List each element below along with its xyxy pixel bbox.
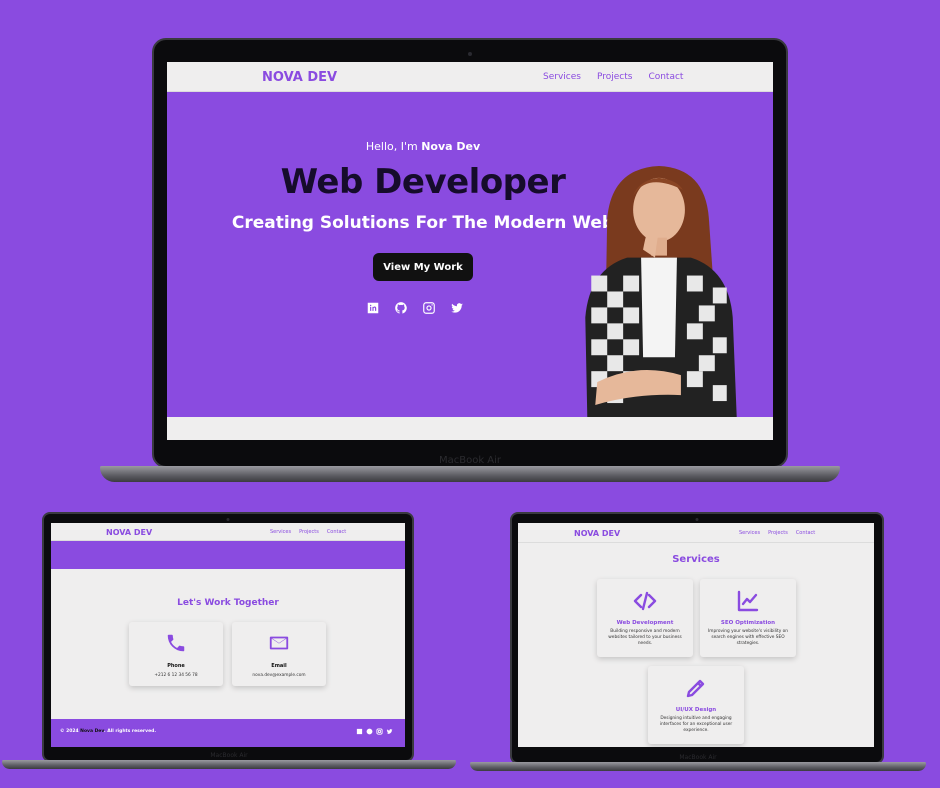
- nav-services[interactable]: Services: [543, 72, 581, 82]
- linkedin-icon[interactable]: [356, 728, 363, 735]
- service-card-uiux[interactable]: UI/UX Design Designing intuitive and eng…: [648, 666, 744, 744]
- laptop-base: MacBook Air: [2, 752, 456, 769]
- greeting-name: Nova Dev: [421, 140, 481, 153]
- hero-section: Hello, I'm Nova Dev Web Developer Creati…: [167, 92, 773, 417]
- brand-logo[interactable]: NOVA DEV: [574, 529, 620, 538]
- camera: [695, 518, 699, 521]
- phone-label: Phone: [167, 663, 185, 669]
- nav-contact[interactable]: Contact: [796, 530, 815, 536]
- github-icon[interactable]: [366, 728, 373, 735]
- camera: [226, 518, 230, 521]
- laptop-services: NOVA DEV Services Projects Contact Servi…: [470, 500, 940, 788]
- twitter-icon[interactable]: [449, 300, 465, 316]
- footer: © 2024 Nova Dev. All rights reserved.: [51, 719, 405, 747]
- navbar: NOVA DEV Services Projects Contact: [518, 523, 874, 543]
- camera: [468, 52, 472, 56]
- view-work-button[interactable]: View My Work: [373, 253, 473, 281]
- nav-projects[interactable]: Projects: [299, 529, 319, 535]
- chart-line-icon: [737, 590, 759, 612]
- phone-value[interactable]: +212 6 12 34 56 78: [129, 673, 223, 678]
- laptop-label: MacBook Air: [679, 754, 717, 761]
- navbar: NOVA DEV Services Projects Contact: [167, 62, 773, 92]
- hero-strip: [51, 541, 405, 569]
- nav-links: Services Projects Contact: [270, 529, 346, 535]
- laptop-contact: NOVA DEV Services Projects Contact Let's…: [0, 500, 470, 788]
- nav-projects[interactable]: Projects: [597, 72, 632, 82]
- footer-copyright: © 2024 Nova Dev. All rights reserved.: [60, 729, 156, 734]
- linkedin-icon[interactable]: [365, 300, 381, 316]
- nav-links: Services Projects Contact: [543, 72, 683, 82]
- phone-icon: [167, 634, 185, 652]
- laptop-base: MacBook Air: [100, 455, 840, 482]
- service-desc: Improving your website's visibility on s…: [708, 629, 788, 646]
- email-value[interactable]: nova.dev@example.com: [232, 673, 326, 678]
- footer-suffix: . All rights reserved.: [103, 729, 157, 734]
- laptop-base: MacBook Air: [470, 754, 926, 771]
- nav-contact[interactable]: Contact: [327, 529, 346, 535]
- nav-links: Services Projects Contact: [739, 530, 815, 536]
- pencil-icon: [686, 679, 705, 698]
- brand-logo[interactable]: NOVA DEV: [106, 528, 152, 537]
- nav-projects[interactable]: Projects: [768, 530, 788, 536]
- greeting-prefix: Hello, I'm: [365, 140, 422, 153]
- code-icon: [633, 591, 657, 611]
- laptop-label: MacBook Air: [210, 752, 248, 759]
- laptop-main: NOVA DEV Services Projects Contact Hello…: [0, 0, 940, 500]
- email-label: Email: [271, 663, 287, 669]
- service-title: UI/UX Design: [675, 707, 717, 713]
- github-icon[interactable]: [393, 300, 409, 316]
- screen-contact: NOVA DEV Services Projects Contact Let's…: [51, 523, 405, 747]
- service-desc: Building responsive and modern websites …: [608, 629, 682, 646]
- service-title: Web Development: [616, 620, 674, 626]
- contact-heading: Let's Work Together: [177, 598, 279, 608]
- instagram-icon[interactable]: [376, 728, 383, 735]
- twitter-icon[interactable]: [386, 728, 393, 735]
- service-desc: Designing intuitive and engaging interfa…: [659, 716, 733, 733]
- brand-logo[interactable]: NOVA DEV: [262, 70, 337, 85]
- screen-services: NOVA DEV Services Projects Contact Servi…: [518, 523, 874, 747]
- envelope-icon: [269, 636, 289, 650]
- screen-main: NOVA DEV Services Projects Contact Hello…: [167, 62, 773, 440]
- hero-greeting: Hello, I'm Nova Dev: [167, 140, 679, 153]
- laptop-label: MacBook Air: [438, 455, 502, 466]
- services-heading: Services: [672, 554, 720, 565]
- footer-prefix: © 2024: [60, 729, 81, 734]
- nav-contact[interactable]: Contact: [648, 72, 683, 82]
- footer-name: Nova Dev: [80, 729, 104, 734]
- email-card: Email nova.dev@example.com: [232, 622, 326, 686]
- portrait-illustration: [585, 165, 737, 417]
- service-card-web-dev[interactable]: Web Development Building responsive and …: [597, 579, 693, 657]
- nav-services[interactable]: Services: [270, 529, 291, 535]
- service-card-seo[interactable]: SEO Optimization Improving your website'…: [700, 579, 796, 657]
- social-links: [365, 300, 465, 316]
- footer-socials: [356, 728, 393, 735]
- instagram-icon[interactable]: [421, 300, 437, 316]
- navbar: NOVA DEV Services Projects Contact: [51, 523, 405, 541]
- phone-card: Phone +212 6 12 34 56 78: [129, 622, 223, 686]
- nav-services[interactable]: Services: [739, 530, 760, 536]
- service-title: SEO Optimization: [720, 620, 776, 626]
